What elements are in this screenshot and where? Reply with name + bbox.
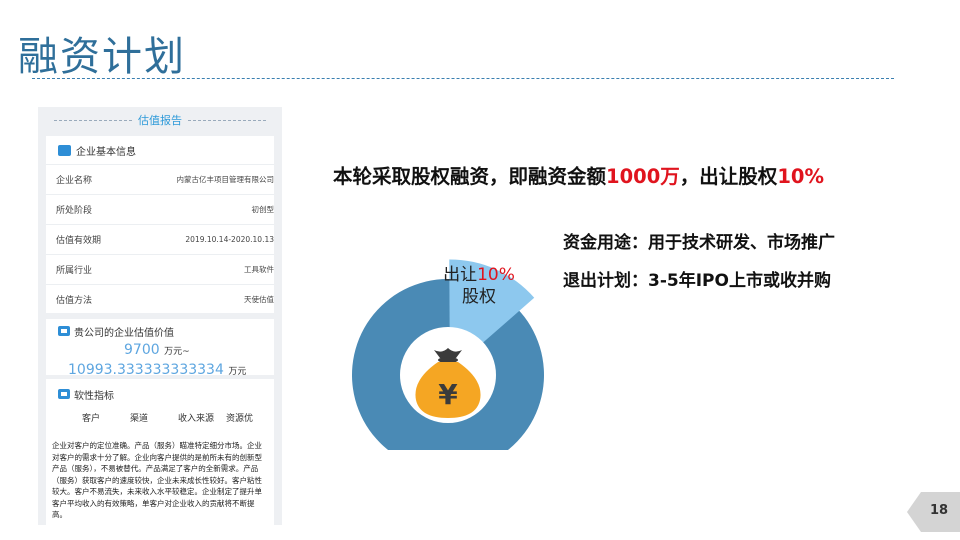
soft-title-label: 软性指标 [74,390,114,402]
basic-info-panel: 企业基本信息 企业名称 内蒙古亿丰项目管理有限公司 所处阶段 初创型 估值有效期… [46,136,274,313]
valuation-low-value: 9700 [124,342,160,358]
report-header: 估值报告 [38,107,282,133]
valuation-report-card: 估值报告 企业基本信息 企业名称 内蒙古亿丰项目管理有限公司 所处阶段 初创型 … [38,107,282,525]
title-divider [32,78,894,79]
pie-label-suffix: 股权 [462,287,496,307]
headline-part1: 本轮采取股权融资，即融资金额 [333,165,607,188]
equity-ratio: 10% [777,165,824,188]
soft-column: 客户 [82,413,101,424]
pie-slice-label: 出让10% 股权 [436,264,522,308]
pie-label-prefix: 出让 [443,265,478,285]
valuation-icon [58,326,70,336]
info-row: 估值方法 天使估值 [46,284,274,314]
soft-indicators-panel: 软性指标 客户 渠道 收入来源 资源优 企业对客户的定位准确。产品（服务）瞄准特… [46,379,274,525]
valuation-high-unit: 万元 [228,367,247,377]
soft-column: 渠道 [130,413,149,424]
exit-plan-text: 退出计划：3-5年IPO上市或收并购 [563,271,831,291]
valuation-title: 贵公司的企业估值价值 [46,319,274,343]
info-key: 估值方法 [56,296,93,306]
valuation-title-label: 贵公司的企业估值价值 [74,327,174,339]
financing-amount: 1000万 [606,165,680,188]
info-row: 估值有效期 2019.10.14-2020.10.13 [46,224,274,254]
soft-title: 软性指标 [46,379,274,409]
basic-info-title: 企业基本信息 [46,136,274,164]
soft-columns: 客户 渠道 收入来源 资源优 [46,409,274,425]
basic-info-title-label: 企业基本信息 [76,146,136,158]
page-number: 18 [929,503,949,518]
info-row: 企业名称 内蒙古亿丰项目管理有限公司 [46,164,274,194]
pie-label-pct: 10% [477,265,515,285]
report-header-label: 估值报告 [138,114,182,127]
page-title: 融资计划 [18,34,186,80]
valuation-low-unit: 万元~ [164,347,190,357]
valuation-panel: 贵公司的企业估值价值 9700 万元~ 10993.333333333334 万… [46,319,274,378]
info-icon [58,144,71,156]
equity-donut-chart: ¥ [352,259,544,450]
info-value: 天使估值 [244,295,274,304]
fund-use-text: 资金用途：用于技术研发、市场推广 [563,233,835,253]
headline-part2: ，出让股权 [679,165,778,188]
valuation-high-value: 10993.333333333334 [68,362,224,378]
info-value: 工具软件 [244,265,274,274]
info-value: 2019.10.14-2020.10.13 [185,235,274,244]
indicator-icon [58,389,70,399]
svg-text:¥: ¥ [438,378,458,411]
info-row: 所属行业 工具软件 [46,254,274,284]
soft-column: 资源优 [226,413,254,424]
soft-column: 收入来源 [178,413,215,424]
info-value: 初创型 [251,205,275,214]
info-row: 所处阶段 初创型 [46,194,274,224]
info-key: 所处阶段 [56,206,93,216]
info-value: 内蒙古亿丰项目管理有限公司 [176,175,275,184]
valuation-low: 9700 万元~ [124,342,190,358]
info-key: 估值有效期 [56,236,102,246]
info-key: 所属行业 [56,266,93,276]
soft-description: 企业对客户的定位准确。产品（服务）瞄准特定细分市场。企业对客户的需求十分了解。企… [52,441,262,519]
valuation-high: 10993.333333333334 万元 [68,362,246,378]
info-key: 企业名称 [56,176,93,186]
financing-headline: 本轮采取股权融资，即融资金额1000万，出让股权10% [333,160,824,189]
